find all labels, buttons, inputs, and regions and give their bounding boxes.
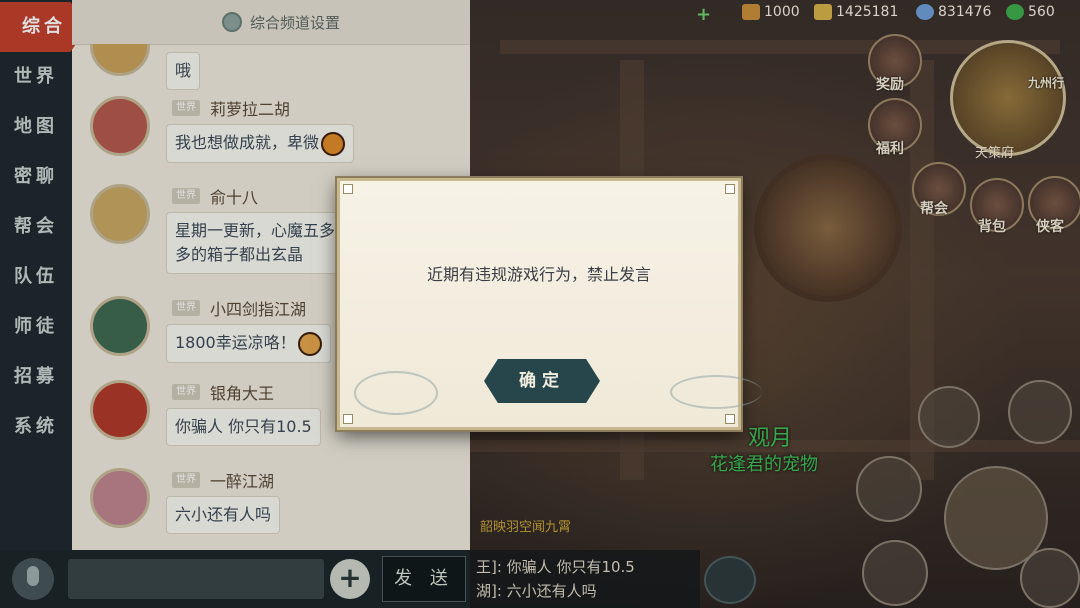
corner-ornament [725, 184, 735, 194]
corner-ornament [343, 184, 353, 194]
cloud-decoration [670, 375, 762, 409]
warning-dialog: 近期有违规游戏行为，禁止发言 确定 [337, 178, 762, 430]
dialog-message: 近期有违规游戏行为，禁止发言 [426, 265, 651, 284]
bamboo-decoration [354, 371, 438, 415]
corner-ornament [725, 414, 735, 424]
confirm-button[interactable]: 确定 [484, 359, 600, 403]
corner-ornament [343, 414, 353, 424]
